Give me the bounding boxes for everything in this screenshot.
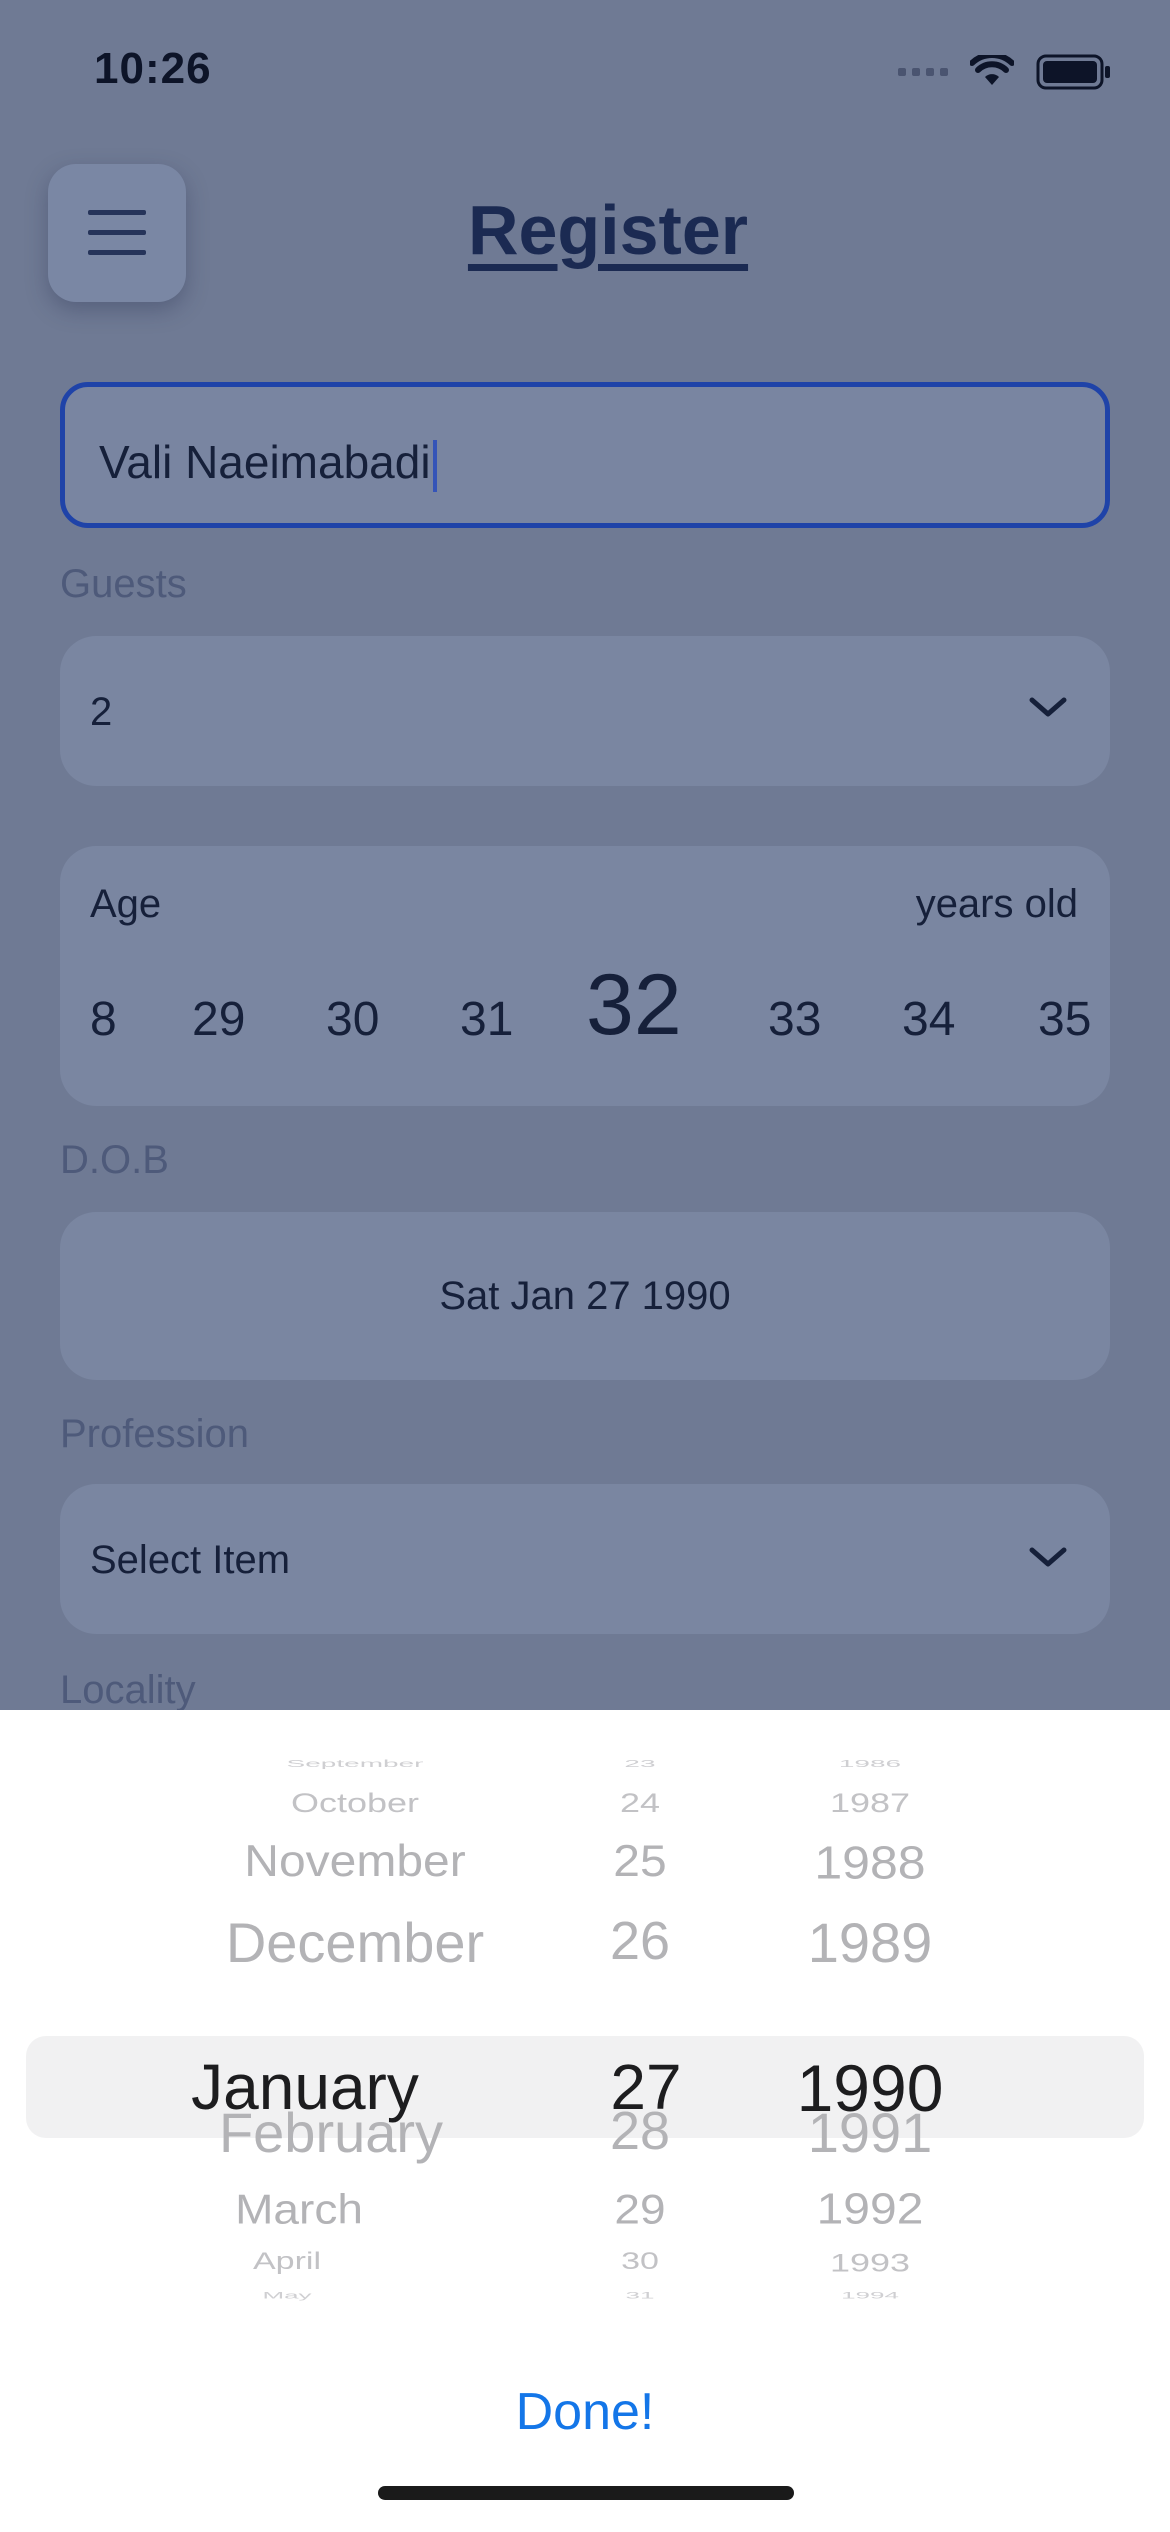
age-option-selected[interactable]: 32 — [586, 956, 682, 1055]
chevron-down-icon — [1029, 697, 1067, 717]
year-column[interactable]: 1986 1987 1988 1989 1990 1991 1992 1993 … — [760, 1758, 980, 2302]
wifi-icon — [970, 55, 1014, 85]
name-input-value: Vali Naeimabadi — [99, 436, 431, 488]
year-option[interactable]: 1989 — [760, 1910, 980, 1975]
year-option[interactable]: 1994 — [760, 2290, 980, 2301]
day-option[interactable]: 26 — [580, 1910, 700, 1972]
age-option[interactable]: 34 — [902, 992, 955, 1047]
locality-label: Locality — [60, 1668, 196, 1712]
month-option[interactable]: February — [146, 2100, 516, 2165]
age-unit: years old — [915, 882, 1078, 926]
month-option[interactable]: November — [170, 1836, 540, 1887]
month-option[interactable]: September — [170, 1758, 540, 1769]
status-icons — [898, 52, 1112, 92]
month-option[interactable]: December — [170, 1910, 540, 1975]
year-option[interactable]: 1987 — [760, 1787, 980, 1819]
month-column[interactable]: September October November December Janu… — [170, 1758, 540, 2302]
guests-label: Guests — [60, 562, 187, 606]
month-option[interactable]: May — [102, 2290, 472, 2301]
home-indicator[interactable] — [378, 2486, 794, 2500]
register-screen: 10:26 Register Vali Naeimabadi Guests 2 — [0, 0, 1170, 1712]
age-option[interactable]: 29 — [192, 992, 245, 1047]
profession-label: Profession — [60, 1412, 249, 1456]
month-option[interactable]: March — [114, 2185, 484, 2234]
name-input[interactable]: Vali Naeimabadi — [60, 382, 1110, 528]
day-option[interactable]: 23 — [580, 1758, 700, 1769]
date-picker[interactable]: September October November December Janu… — [0, 1758, 1170, 2302]
guests-value: 2 — [90, 690, 113, 734]
day-option[interactable]: 24 — [580, 1787, 700, 1819]
profession-select[interactable]: Select Item — [60, 1484, 1110, 1634]
day-option[interactable]: 29 — [580, 2185, 700, 2234]
signal-icon — [898, 68, 948, 76]
month-option[interactable]: April — [102, 2248, 472, 2275]
year-option[interactable]: 1986 — [760, 1758, 980, 1769]
age-option[interactable]: 35 — [1038, 992, 1091, 1047]
age-picker[interactable]: Age years old 8 29 30 31 32 33 34 35 — [60, 846, 1110, 1106]
day-option[interactable]: 25 — [580, 1836, 700, 1887]
status-time: 10:26 — [94, 44, 212, 93]
age-option[interactable]: 33 — [768, 992, 821, 1047]
year-option[interactable]: 1992 — [760, 2185, 980, 2235]
year-option[interactable]: 1988 — [760, 1836, 980, 1889]
dob-label: D.O.B — [60, 1138, 169, 1182]
age-option[interactable]: 30 — [326, 992, 379, 1047]
text-caret — [432, 439, 437, 492]
day-option[interactable]: 28 — [580, 2100, 700, 2162]
age-scroll-row[interactable]: 8 29 30 31 32 33 34 35 — [60, 956, 1110, 1076]
battery-icon — [1036, 54, 1110, 90]
date-picker-sheet: September October November December Janu… — [0, 1710, 1170, 2532]
age-option[interactable]: 31 — [460, 992, 513, 1047]
age-label: Age — [90, 882, 162, 926]
day-option[interactable]: 30 — [580, 2248, 700, 2275]
page-title: Register — [467, 191, 749, 269]
age-option[interactable]: 8 — [90, 992, 117, 1047]
day-option[interactable]: 31 — [580, 2290, 700, 2301]
dob-field[interactable]: Sat Jan 27 1990 — [60, 1212, 1110, 1380]
dob-value: Sat Jan 27 1990 — [439, 1274, 731, 1318]
year-option[interactable]: 1993 — [760, 2248, 980, 2277]
month-option[interactable]: October — [170, 1787, 540, 1819]
chevron-down-icon — [1029, 1547, 1067, 1567]
day-column[interactable]: 23 24 25 26 27 28 29 30 31 — [580, 1758, 700, 2302]
done-button[interactable]: Done! — [0, 2382, 1170, 2442]
year-option[interactable]: 1991 — [760, 2100, 980, 2165]
guests-select[interactable]: 2 — [60, 636, 1110, 786]
profession-value: Select Item — [90, 1538, 291, 1582]
